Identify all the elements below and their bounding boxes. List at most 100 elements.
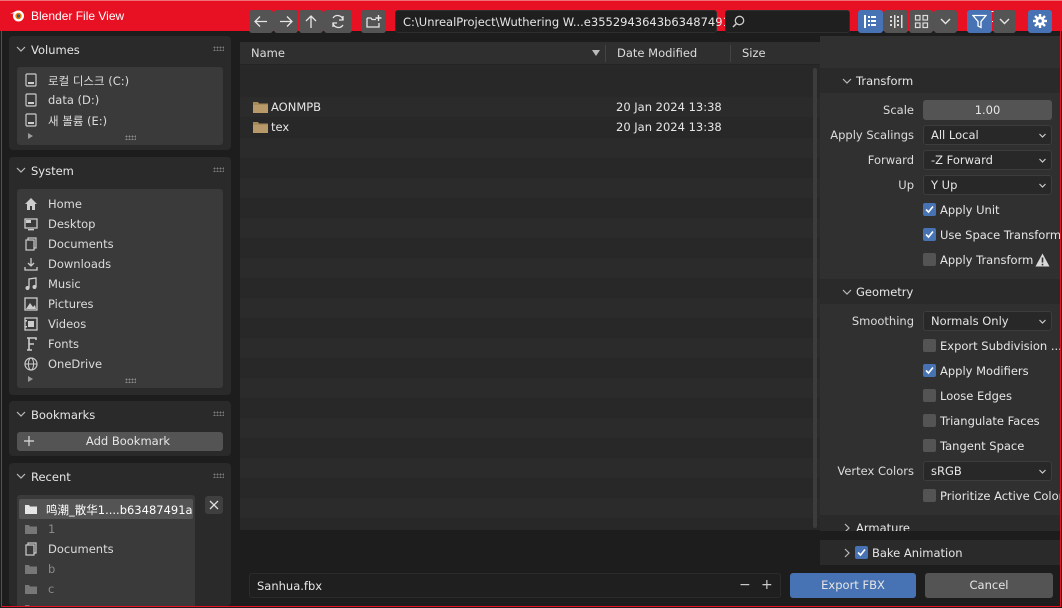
display-list-vertical-button[interactable] — [858, 10, 883, 33]
filter-settings-dropdown[interactable] — [993, 10, 1016, 33]
chevron-down-icon — [1039, 133, 1046, 138]
search-input[interactable] — [725, 10, 850, 33]
system-item-videos[interactable]: Videos — [17, 314, 223, 334]
file-list-scrollbar[interactable] — [813, 68, 817, 528]
bookmarks-panel-header[interactable]: Bookmarks — [9, 401, 231, 427]
resize-grip-icon[interactable] — [125, 135, 136, 140]
options-toggle-button[interactable] — [1028, 10, 1052, 33]
up-dropdown[interactable]: Y Up — [923, 175, 1052, 195]
recent-item-selected[interactable]: 鸣潮_散华1....b63487491a — [19, 499, 193, 519]
column-separator[interactable] — [605, 45, 606, 62]
geometry-section-header[interactable]: Geometry — [820, 279, 1060, 304]
drag-grip-icon[interactable] — [213, 167, 224, 172]
drag-grip-icon[interactable] — [213, 411, 224, 416]
system-item-downloads[interactable]: Downloads — [17, 254, 223, 274]
system-item-desktop[interactable]: Desktop — [17, 214, 223, 234]
apply-modifiers-checkbox[interactable] — [923, 364, 936, 377]
close-icon — [209, 500, 219, 510]
recent-item[interactable]: c — [17, 579, 223, 599]
column-separator[interactable] — [730, 45, 731, 62]
expand-arrow-icon[interactable] — [28, 133, 33, 139]
system-panel-header[interactable]: System — [9, 157, 231, 183]
window-title: Blender File View — [31, 9, 125, 23]
loose-edges-checkbox[interactable] — [923, 389, 936, 402]
apply-unit-checkbox[interactable] — [923, 203, 936, 216]
loose-edges-row[interactable]: Loose Edges — [820, 384, 1060, 409]
system-item-home[interactable]: Home — [17, 194, 223, 214]
export-fbx-button[interactable]: Export FBX — [790, 573, 916, 598]
volume-item-e[interactable]: 새 볼륨 (E:) — [17, 110, 223, 130]
tangent-space-row[interactable]: Tangent Space — [820, 434, 1060, 459]
cancel-button[interactable]: Cancel — [925, 573, 1053, 598]
system-item-documents[interactable]: Documents — [17, 234, 223, 254]
apply-transform-checkbox[interactable] — [923, 253, 936, 266]
apply-modifiers-row[interactable]: Apply Modifiers — [820, 359, 1060, 384]
apply-unit-row[interactable]: Apply Unit — [820, 198, 1060, 223]
blender-logo-icon — [10, 10, 24, 22]
apply-scalings-dropdown[interactable]: All Local — [923, 125, 1052, 145]
volume-item-d[interactable]: data (D:) — [17, 90, 223, 110]
resize-grip-icon[interactable] — [125, 378, 136, 383]
use-space-transform-checkbox[interactable] — [923, 228, 936, 241]
increment-filename-button[interactable]: + — [761, 577, 773, 593]
add-bookmark-button[interactable]: Add Bookmark — [17, 432, 223, 451]
use-space-transform-row[interactable]: Use Space Transform — [820, 223, 1060, 248]
system-item-onedrive[interactable]: OneDrive — [17, 354, 223, 374]
volume-label: 로컬 디스크 (C:) — [48, 74, 130, 88]
recent-item[interactable] — [17, 599, 223, 606]
bake-animation-section-header[interactable]: Bake Animation — [820, 540, 1060, 565]
filename-input[interactable]: Sanhua.fbx − + — [249, 573, 781, 598]
system-item-music[interactable]: Music — [17, 274, 223, 294]
file-row[interactable]: tex 20 Jan 2024 13:38 — [240, 117, 813, 137]
vertex-colors-dropdown[interactable]: sRGB — [923, 461, 1052, 481]
new-folder-button[interactable] — [361, 10, 386, 33]
prioritize-active-color-checkbox[interactable] — [923, 489, 936, 502]
directory-path-field[interactable]: C:\UnrealProject\Wuthering W...e35529436… — [395, 10, 741, 33]
file-name: AONMPB — [271, 100, 322, 114]
column-name-header[interactable]: Name — [251, 46, 285, 60]
triangulate-faces-row[interactable]: Triangulate Faces — [820, 409, 1060, 434]
refresh-icon — [332, 14, 344, 29]
videos-icon — [24, 317, 38, 331]
export-subdivision-row[interactable]: Export Subdivision ... — [820, 334, 1060, 359]
volumes-panel-header[interactable]: Volumes — [9, 36, 231, 62]
triangulate-faces-checkbox[interactable] — [923, 414, 936, 427]
smoothing-dropdown[interactable]: Normals Only — [923, 311, 1052, 331]
forward-dropdown[interactable]: -Z Forward — [923, 150, 1052, 170]
transform-section-header[interactable]: Transform — [820, 68, 1060, 93]
decrement-filename-button[interactable]: − — [739, 577, 751, 593]
parent-directory-button[interactable] — [299, 10, 323, 33]
display-list-horizontal-button[interactable] — [884, 10, 908, 33]
column-date-header[interactable]: Date Modified — [617, 46, 697, 60]
bake-animation-checkbox[interactable] — [855, 546, 868, 559]
file-name: tex — [271, 120, 290, 134]
remove-recent-button[interactable] — [205, 496, 223, 514]
file-row[interactable]: AONMPB 20 Jan 2024 13:38 — [240, 97, 813, 117]
volume-item-c[interactable]: 로컬 디스크 (C:) — [17, 70, 223, 90]
sort-descending-icon[interactable] — [592, 50, 600, 57]
refresh-button[interactable] — [324, 10, 352, 33]
system-item-pictures[interactable]: Pictures — [17, 294, 223, 314]
system-item-fonts[interactable]: Fonts — [17, 334, 223, 354]
recent-panel-header[interactable]: Recent — [9, 463, 231, 489]
export-subdivision-checkbox[interactable] — [923, 339, 936, 352]
volume-label: 새 볼륨 (E:) — [48, 114, 108, 128]
apply-scalings-label: Apply Scalings — [830, 128, 914, 142]
display-settings-dropdown[interactable] — [934, 10, 957, 33]
recent-item[interactable]: Documents — [17, 539, 223, 559]
filter-toggle-button[interactable] — [967, 10, 992, 33]
display-thumbnails-button[interactable] — [909, 10, 933, 33]
scale-field[interactable]: 1.00 — [923, 100, 1052, 120]
column-size-header[interactable]: Size — [742, 46, 766, 60]
recent-item[interactable]: b — [17, 559, 223, 579]
drag-grip-icon[interactable] — [213, 473, 224, 478]
apply-transform-row[interactable]: Apply Transform — [820, 248, 1060, 273]
armature-section-header[interactable]: Armature — [820, 515, 1060, 531]
drag-grip-icon[interactable] — [213, 46, 224, 51]
back-button[interactable] — [249, 10, 273, 33]
expand-arrow-icon[interactable] — [28, 376, 33, 382]
tangent-space-checkbox[interactable] — [923, 439, 936, 452]
forward-button[interactable] — [274, 10, 298, 33]
recent-item[interactable]: 1 — [17, 519, 223, 539]
prioritize-active-color-row[interactable]: Prioritize Active Color — [820, 484, 1060, 509]
